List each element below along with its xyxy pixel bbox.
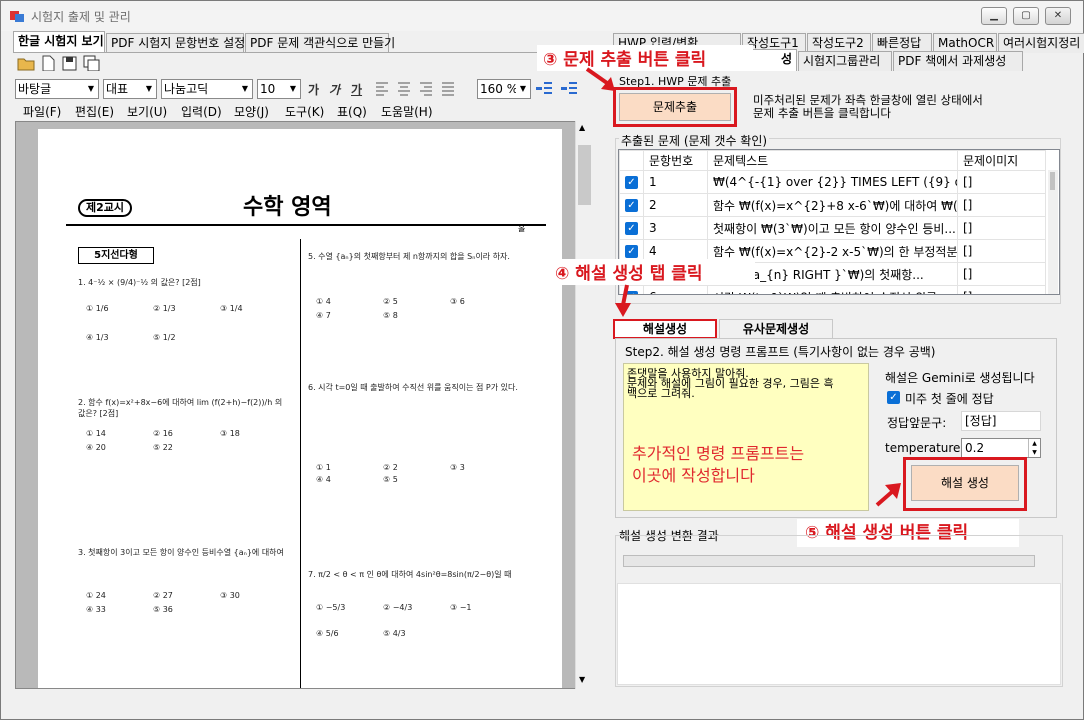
question-7: 7. π/2 < θ < π 인 θ에 대하여 4sin²θ=8sin(π/2−… (308, 570, 512, 579)
indent-icons[interactable] (535, 79, 583, 97)
result-output[interactable] (617, 583, 1061, 685)
table-scrollbar[interactable] (1048, 170, 1058, 294)
question-2: 2. 함수 f(x)=x²+8x−6에 대하여 lim (f(2+h)−f(2)… (78, 398, 283, 418)
callout-step4: ④ 해설 생성 탭 클릭 (549, 259, 755, 285)
table-header: 문항번호 문제텍스트 문제이미지 (619, 150, 1046, 171)
align-icons[interactable] (374, 80, 462, 96)
tab-pdf-assignment[interactable]: PDF 책에서 과제생성 (893, 51, 1023, 71)
italic-button[interactable]: 가 (329, 81, 340, 98)
first-line-checkbox[interactable]: ✓ (887, 391, 900, 404)
step2-title: Step2. 해설 생성 명령 프롬프트 (특기사항이 없는 경우 공백) (625, 345, 936, 359)
zoom-select[interactable]: 160 % ▼ (477, 79, 531, 99)
document-scrollbar[interactable]: ▲ ▼ (575, 121, 593, 689)
menu-help[interactable]: 도움말(H) (381, 103, 433, 120)
close-button[interactable]: ✕ (1045, 7, 1071, 25)
question-5: 5. 수열 {aₙ}의 첫째항부터 제 n항까지의 합을 Sₙ이라 하자. (308, 252, 510, 261)
app-window: 시험지 출제 및 관리 ▁ ▢ ✕ 한글 시험지 보기 PDF 시험지 문항번호… (0, 0, 1084, 720)
table-row[interactable]: ✓ 6 시각 ₩(t=0`₩)일 때 출발하여 수직선 위를 [] (619, 285, 1046, 294)
question-6: 6. 시각 t=0일 때 출발하여 수직선 위를 움직이는 점 P가 있다. (308, 383, 518, 392)
window-title: 시험지 출제 및 관리 (31, 10, 131, 24)
tab-multi-organize[interactable]: 여러시험지정리 (998, 33, 1084, 53)
row-checkbox[interactable]: ✓ (625, 176, 638, 189)
menu-bar: 파일(F) 편집(E) 보기(U) 입력(D) 모양(J) 도구(K) 표(Q)… (23, 103, 583, 119)
tab-pdf-objective[interactable]: PDF 문제 객관식으로 만들기 (245, 33, 395, 53)
tab-mathocr[interactable]: MathOCR (933, 33, 997, 53)
prompt-hint: 추가적인 명령 프롬프트는 (632, 444, 805, 463)
temperature-stepper[interactable]: 0.2 ▲ ▼ (961, 438, 1041, 458)
bold-button[interactable]: 가 (308, 81, 319, 98)
result-progress-bar (623, 555, 1035, 567)
document-page: 제2교시 수학 영역 홀 5지선다형 1. 4⁻½ × (9/4)⁻½ 의 값은… (38, 129, 562, 688)
extract-button[interactable]: 문제추출 (619, 93, 731, 121)
answer-prefix-label: 정답앞문구: (887, 416, 947, 430)
title-bar: 시험지 출제 및 관리 ▁ ▢ ✕ (1, 1, 1083, 31)
menu-insert[interactable]: 입력(D) (181, 103, 222, 120)
menu-view[interactable]: 보기(U) (127, 103, 167, 120)
menu-file[interactable]: 파일(F) (23, 103, 61, 120)
menu-table[interactable]: 표(Q) (337, 103, 367, 120)
tab-group-manage[interactable]: 시험지그룹관리 (798, 51, 892, 71)
new-file-icon[interactable] (39, 55, 57, 71)
row-checkbox[interactable]: ✓ (625, 245, 638, 258)
gemini-note: 해설은 Gemini로 생성됩니다 (885, 371, 1035, 385)
style-select[interactable]: 바탕글 ▼ (15, 79, 99, 99)
extracted-title: 추출된 문제 (문제 갯수 확인) (619, 132, 770, 149)
chevron-down-icon: ▼ (238, 80, 252, 98)
app-icon (10, 11, 24, 22)
chevron-down-icon: ▼ (516, 80, 530, 98)
size-select[interactable]: 10 ▼ (257, 79, 301, 99)
table-row[interactable]: ✓ 1 ₩(4^{-{1} over {2}} TIMES LEFT ({9} … (619, 170, 1046, 194)
generate-explanation-button[interactable]: 해설 생성 (911, 465, 1019, 501)
table-row[interactable]: ✓ 2 함수 ₩(f(x)=x^{2}+8 x-6`₩)에 대하여 ₩(li..… (619, 193, 1046, 217)
temperature-label: temperature: (885, 441, 965, 455)
scroll-thumb[interactable] (578, 145, 591, 205)
save-icon[interactable] (61, 55, 79, 71)
table-row[interactable]: ✓ 3 첫째항이 ₩(3`₩)이고 모든 항이 양수인 등비... [] (619, 216, 1046, 240)
open-folder-icon[interactable] (17, 55, 35, 71)
scroll-up-icon[interactable]: ▲ (579, 123, 585, 132)
answer-prefix-input[interactable]: [정답] (961, 411, 1041, 431)
menu-edit[interactable]: 편집(E) (75, 103, 114, 120)
section-label: 5지선다형 (78, 247, 154, 264)
school-badge: 제2교시 (78, 199, 132, 217)
underline-button[interactable]: 가 (351, 81, 362, 98)
tab-tool2[interactable]: 작성도구2 (807, 33, 871, 53)
arrow-step5-icon (875, 483, 901, 507)
document-viewport[interactable]: 제2교시 수학 영역 홀 5지선다형 1. 4⁻½ × (9/4)⁻½ 의 값은… (15, 121, 591, 689)
question-1: 1. 4⁻½ × (9/4)⁻½ 의 값은? [2점] (78, 278, 201, 287)
file-toolbar (17, 55, 107, 73)
chevron-down-icon: ▼ (84, 80, 98, 98)
chevron-down-icon: ▼ (286, 80, 300, 98)
prompt-textarea[interactable]: 존댓말을 사용하지 말아줘. 문제와 해설에 그림이 필요한 경우, 그림은 흑… (623, 363, 869, 511)
tab-hwp-view[interactable]: 한글 시험지 보기 (13, 31, 105, 53)
tab-similar[interactable]: 유사문제생성 (719, 319, 833, 339)
menu-tools[interactable]: 도구(K) (285, 103, 324, 120)
minimize-button[interactable]: ▁ (981, 7, 1007, 25)
arrow-step4-icon (615, 284, 631, 317)
row-checkbox[interactable]: ✓ (625, 222, 638, 235)
save-all-icon[interactable] (83, 55, 101, 71)
tab-explanation[interactable]: 해설생성 (613, 319, 717, 339)
row-checkbox[interactable]: ✓ (625, 199, 638, 212)
stepper-arrows-icon[interactable]: ▲ ▼ (1028, 439, 1040, 457)
font-select[interactable]: 나눔고딕 ▼ (161, 79, 253, 99)
maximize-button[interactable]: ▢ (1013, 7, 1039, 25)
column-header[interactable]: 문제이미지 (957, 150, 1046, 171)
question-3: 3. 첫째항이 3이고 모든 항이 양수인 등비수열 {aₙ}에 대하여 (78, 548, 284, 557)
scroll-down-icon[interactable]: ▼ (579, 675, 585, 684)
first-line-label: 미주 첫 줄에 정답 (905, 392, 994, 406)
para-select[interactable]: 대표 ▼ (103, 79, 157, 99)
table-scroll-thumb[interactable] (1050, 172, 1055, 190)
exam-title: 수학 영역 (243, 195, 332, 220)
left-tab-strip: 한글 시험지 보기 PDF 시험지 문항번호 설정 PDF 문제 객관식으로 만… (13, 31, 593, 53)
tab-quick-answer[interactable]: 빠른정답 (872, 33, 932, 53)
column-header[interactable]: 문항번호 (643, 150, 708, 171)
column-header[interactable]: 문제텍스트 (707, 150, 958, 171)
callout-step3: ③ 문제 추출 버튼 클릭 (537, 45, 753, 71)
menu-shape[interactable]: 모양(J) (234, 103, 269, 120)
tab-pdf-number[interactable]: PDF 시험지 문항번호 설정 (106, 33, 245, 53)
chevron-down-icon: ▼ (142, 80, 156, 98)
